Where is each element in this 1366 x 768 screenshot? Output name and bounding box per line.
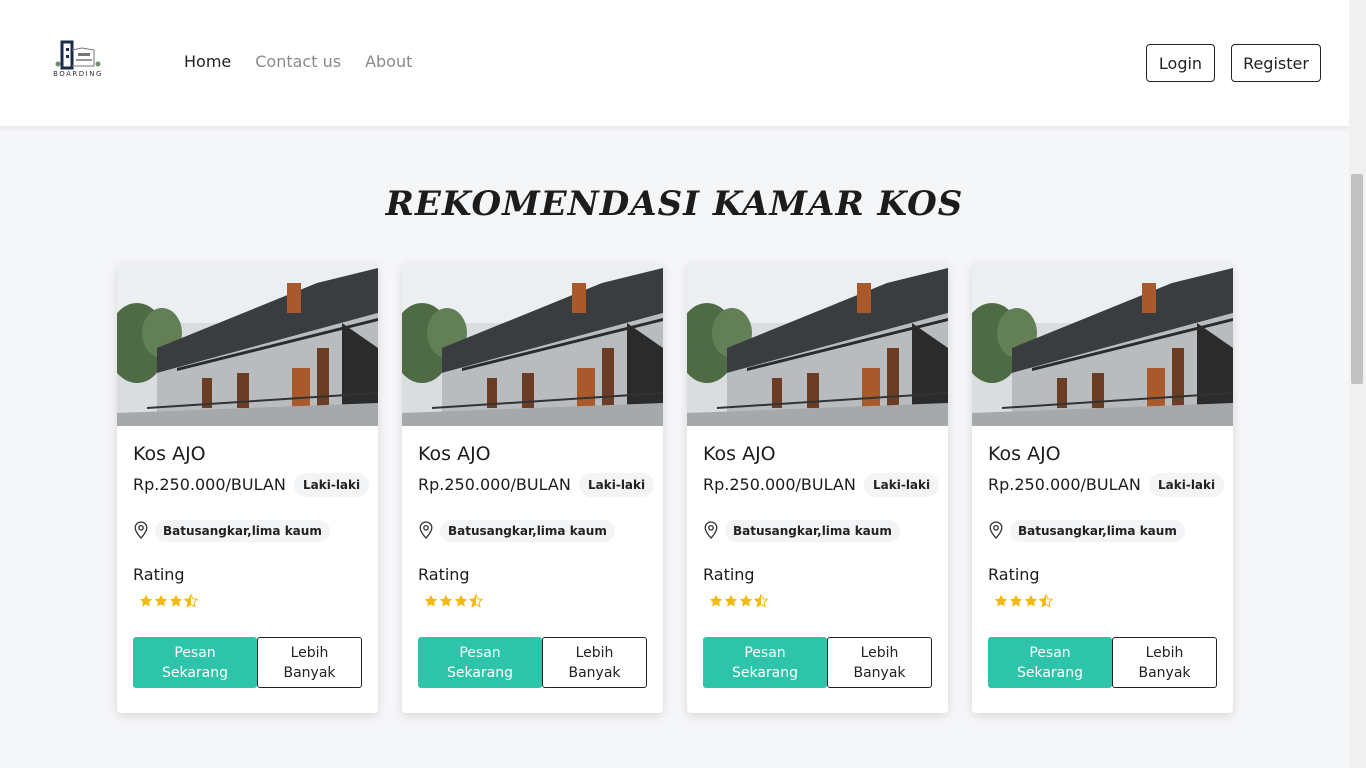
room-photo (972, 263, 1233, 426)
room-location: Batusangkar,lima kaum (725, 520, 900, 542)
more-button[interactable]: Lebih Banyak (1112, 637, 1217, 688)
room-location: Batusangkar,lima kaum (440, 520, 615, 542)
gender-badge: Laki-laki (864, 473, 940, 497)
order-now-button[interactable]: Pesan Sekarang (133, 637, 257, 688)
room-price: Rp.250.000/BULAN (133, 475, 286, 494)
star-half-icon (754, 594, 768, 608)
star-half-icon (1039, 594, 1053, 608)
room-name: Kos AJO (988, 443, 1061, 465)
login-button[interactable]: Login (1146, 44, 1215, 82)
order-now-button[interactable]: Pesan Sekarang (988, 637, 1112, 688)
logo-text: BOARDING (53, 70, 103, 78)
nav-link-about[interactable]: About (365, 52, 412, 72)
room-card: Kos AJO Rp.250.000/BULAN Laki-laki Batus… (402, 263, 663, 713)
star-full-icon (709, 594, 723, 607)
more-button[interactable]: Lebih Banyak (542, 637, 647, 688)
star-full-icon (154, 594, 168, 607)
gender-badge: Laki-laki (1149, 473, 1225, 497)
rating-label: Rating (418, 565, 470, 584)
more-button[interactable]: Lebih Banyak (257, 637, 362, 688)
room-name: Kos AJO (418, 443, 491, 465)
rating-label: Rating (703, 565, 755, 584)
nav-links: Home Contact us About (184, 52, 412, 72)
room-name: Kos AJO (703, 443, 776, 465)
room-photo (402, 263, 663, 426)
rating-label: Rating (988, 565, 1040, 584)
star-full-icon (724, 594, 738, 607)
brand-logo[interactable]: BOARDING (48, 40, 108, 86)
room-card: Kos AJO Rp.250.000/BULAN Laki-laki Batus… (117, 263, 378, 713)
room-card: Kos AJO Rp.250.000/BULAN Laki-laki Batus… (972, 263, 1233, 713)
section-title: REKOMENDASI KAMAR KOS (385, 184, 964, 224)
order-now-button[interactable]: Pesan Sekarang (418, 637, 542, 688)
room-price: Rp.250.000/BULAN (703, 475, 856, 494)
star-full-icon (739, 594, 753, 607)
room-card: Kos AJO Rp.250.000/BULAN Laki-laki Batus… (687, 263, 948, 713)
location-pin-icon (134, 521, 148, 539)
scrollbar-thumb[interactable] (1351, 174, 1363, 384)
scrollbar-track[interactable] (1349, 0, 1366, 768)
star-full-icon (994, 594, 1008, 607)
location-pin-icon (989, 521, 1003, 539)
room-price: Rp.250.000/BULAN (418, 475, 571, 494)
room-location: Batusangkar,lima kaum (155, 520, 330, 542)
star-full-icon (169, 594, 183, 607)
nav-link-contact[interactable]: Contact us (255, 52, 341, 72)
star-full-icon (1024, 594, 1038, 607)
star-half-icon (469, 594, 483, 608)
room-price: Rp.250.000/BULAN (988, 475, 1141, 494)
room-photo (687, 263, 948, 426)
star-full-icon (454, 594, 468, 607)
navbar: BOARDING Home Contact us About Login Reg… (0, 0, 1349, 126)
order-now-button[interactable]: Pesan Sekarang (703, 637, 827, 688)
location-pin-icon (419, 521, 433, 539)
register-button[interactable]: Register (1231, 44, 1321, 82)
more-button[interactable]: Lebih Banyak (827, 637, 932, 688)
location-pin-icon (704, 521, 718, 539)
rating-label: Rating (133, 565, 185, 584)
room-photo (117, 263, 378, 426)
room-name: Kos AJO (133, 443, 206, 465)
gender-badge: Laki-laki (294, 473, 370, 497)
rating-stars (424, 594, 483, 608)
nav-link-home[interactable]: Home (184, 52, 231, 72)
gender-badge: Laki-laki (579, 473, 655, 497)
star-full-icon (1009, 594, 1023, 607)
room-location: Batusangkar,lima kaum (1010, 520, 1185, 542)
star-full-icon (139, 594, 153, 607)
star-full-icon (439, 594, 453, 607)
rating-stars (709, 594, 768, 608)
rating-stars (994, 594, 1053, 608)
building-logo-icon (55, 40, 101, 70)
rating-stars (139, 594, 198, 608)
star-half-icon (184, 594, 198, 608)
star-full-icon (424, 594, 438, 607)
